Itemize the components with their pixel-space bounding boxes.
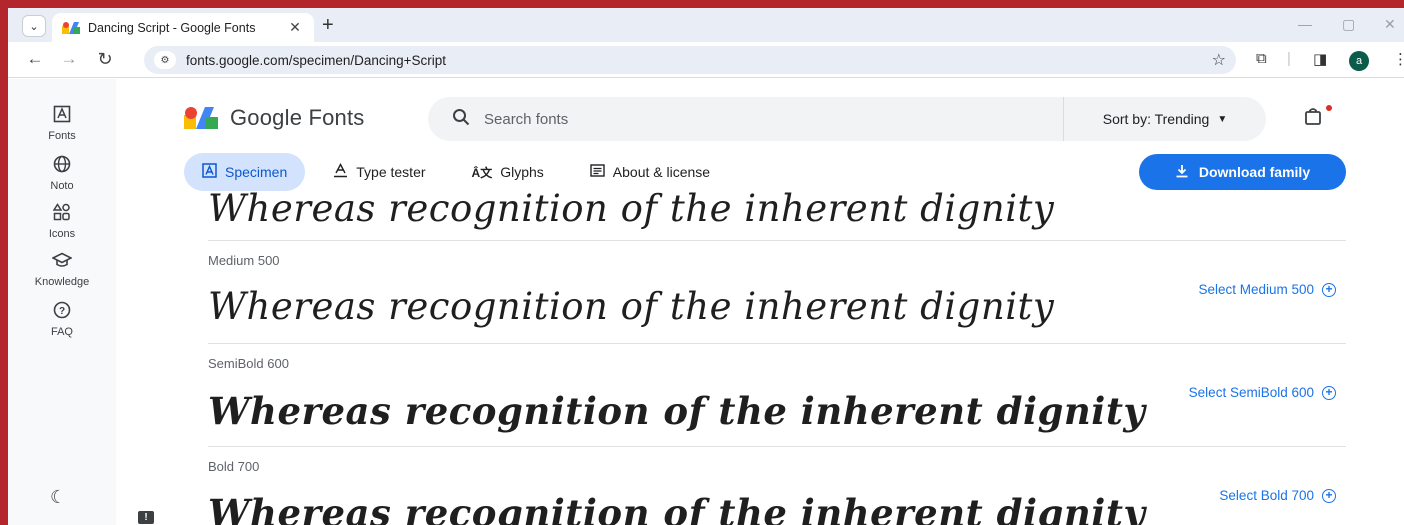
styles-list: Whereas recognition of the inherent dign…: [208, 191, 1346, 525]
style-row-bold-700: Bold 700 Whereas recognition of the inhe…: [208, 446, 1346, 525]
notification-dot: [1326, 105, 1332, 111]
back-arrow-icon[interactable]: ←: [24, 49, 46, 69]
new-tab-button[interactable]: +: [322, 14, 334, 37]
weight-label: Medium 500: [208, 253, 280, 268]
sample-text: Whereas recognition of the inherent dign…: [208, 191, 1055, 230]
sample-text: Whereas recognition of the inherent dign…: [208, 389, 1146, 433]
bookmark-star-icon[interactable]: ☆: [1212, 50, 1226, 70]
tab-search-button[interactable]: ⌄: [22, 15, 46, 37]
tab-label: About & license: [612, 164, 711, 180]
fonts-icon: [8, 105, 116, 128]
sample-text: Whereas recognition of the inherent dign…: [208, 491, 1146, 525]
logo-text: Google Fonts: [230, 105, 365, 130]
specimen-icon: [202, 163, 217, 181]
add-circle-icon: +: [1322, 488, 1336, 503]
select-style-button[interactable]: Select SemiBold 600 +: [1189, 385, 1336, 400]
rail-label: Fonts: [48, 130, 76, 142]
about-icon: [590, 163, 605, 181]
add-circle-icon: +: [1322, 282, 1336, 297]
type-tester-icon: [333, 163, 348, 181]
close-window-icon[interactable]: ✕: [1384, 16, 1396, 33]
rail-label: Knowledge: [34, 276, 90, 288]
favicon-icon: [62, 21, 80, 34]
tab-type-tester[interactable]: Type tester: [315, 153, 443, 191]
site-info-icon[interactable]: ⚙: [154, 51, 176, 69]
svg-text:?: ?: [59, 306, 65, 317]
search-icon: [452, 108, 474, 131]
select-style-button[interactable]: Select Bold 700 +: [1219, 488, 1336, 503]
rail-label: FAQ: [50, 326, 73, 338]
rail-item-faq[interactable]: ? FAQ: [8, 301, 116, 338]
sort-dropdown[interactable]: Sort by: Trending ▼: [1064, 97, 1266, 141]
style-row-regular: Whereas recognition of the inherent dign…: [208, 191, 1346, 241]
minimize-icon[interactable]: —: [1298, 16, 1312, 32]
style-row-semibold-600: SemiBold 600 Whereas recognition of the …: [208, 343, 1346, 446]
browser-tab[interactable]: Dancing Script - Google Fonts ✕: [52, 13, 314, 42]
close-icon[interactable]: ✕: [286, 19, 304, 36]
school-icon: [8, 251, 116, 274]
select-label: Select Medium 500: [1198, 282, 1314, 297]
rail-label: Icons: [48, 228, 76, 240]
help-icon: ?: [8, 301, 116, 324]
tab-label: Glyphs: [500, 164, 544, 180]
side-panel-icon[interactable]: ◨: [1313, 50, 1327, 68]
rail-label: Noto: [50, 180, 74, 192]
toolbar-divider: |: [1287, 50, 1291, 67]
download-icon: [1175, 164, 1189, 181]
rail-item-fonts[interactable]: Fonts: [8, 105, 116, 142]
style-row-medium-500: Medium 500 Whereas recognition of the in…: [208, 240, 1346, 343]
tab-strip: ⌄ Dancing Script - Google Fonts ✕ + — ▢ …: [8, 8, 1404, 42]
tab-glyphs[interactable]: Â文 Glyphs: [454, 153, 562, 191]
search-bar: Sort by: Trending ▼: [428, 97, 1266, 141]
globe-icon: [8, 155, 116, 178]
rail-item-knowledge[interactable]: Knowledge: [8, 251, 116, 288]
weight-label: Bold 700: [208, 459, 260, 474]
maximize-icon[interactable]: ▢: [1342, 16, 1355, 33]
sort-label: Sort by: Trending: [1102, 111, 1210, 127]
select-style-button[interactable]: Select Medium 500 +: [1198, 282, 1336, 297]
google-fonts-logo-icon: [184, 107, 218, 129]
page-content: Fonts Noto Icons Knowledge ? FAQ ☾ ! Goo…: [8, 79, 1404, 525]
url-text[interactable]: fonts.google.com/specimen/Dancing+Script: [186, 53, 1212, 68]
tab-title: Dancing Script - Google Fonts: [88, 20, 256, 35]
left-rail: Fonts Noto Icons Knowledge ? FAQ ☾: [8, 79, 116, 525]
browser-toolbar: ← → ↻ ⚙ fonts.google.com/specimen/Dancin…: [8, 42, 1404, 78]
browser-window: ⌄ Dancing Script - Google Fonts ✕ + — ▢ …: [8, 8, 1404, 525]
sample-text: Whereas recognition of the inherent dign…: [208, 285, 1055, 328]
extensions-icon[interactable]: ⧉: [1256, 50, 1267, 67]
shapes-icon: [8, 203, 116, 226]
forward-arrow-icon[interactable]: →: [58, 49, 80, 69]
more-menu-icon[interactable]: ⋮: [1393, 50, 1404, 68]
tab-label: Type tester: [356, 164, 426, 180]
select-label: Select SemiBold 600: [1188, 385, 1314, 400]
caret-down-icon: ▼: [1217, 113, 1228, 125]
profile-avatar[interactable]: a: [1349, 51, 1369, 71]
select-label: Select Bold 700: [1219, 488, 1314, 503]
rail-item-noto[interactable]: Noto: [8, 155, 116, 192]
rail-item-icons[interactable]: Icons: [8, 203, 116, 240]
add-circle-icon: +: [1322, 385, 1336, 400]
dark-mode-moon-icon[interactable]: ☾: [50, 487, 66, 508]
download-label: Download family: [1198, 164, 1311, 180]
tab-about-license[interactable]: About & license: [572, 153, 728, 191]
tab-specimen[interactable]: Specimen: [184, 153, 306, 191]
download-family-button[interactable]: Download family: [1139, 154, 1346, 190]
feedback-icon[interactable]: !: [138, 511, 154, 524]
google-fonts-logo[interactable]: Google Fonts: [184, 105, 364, 131]
tab-label: Specimen: [225, 164, 288, 180]
reload-icon[interactable]: ↻: [94, 49, 116, 70]
address-bar[interactable]: ⚙ fonts.google.com/specimen/Dancing+Scri…: [144, 46, 1236, 74]
search-input[interactable]: [484, 110, 1063, 128]
weight-label: SemiBold 600: [208, 356, 289, 371]
shopping-bag-icon[interactable]: [1304, 107, 1322, 131]
glyphs-icon: Â文: [471, 165, 493, 180]
specimen-tabs: Specimen Type tester Â文 Glyphs About & l…: [184, 153, 738, 191]
